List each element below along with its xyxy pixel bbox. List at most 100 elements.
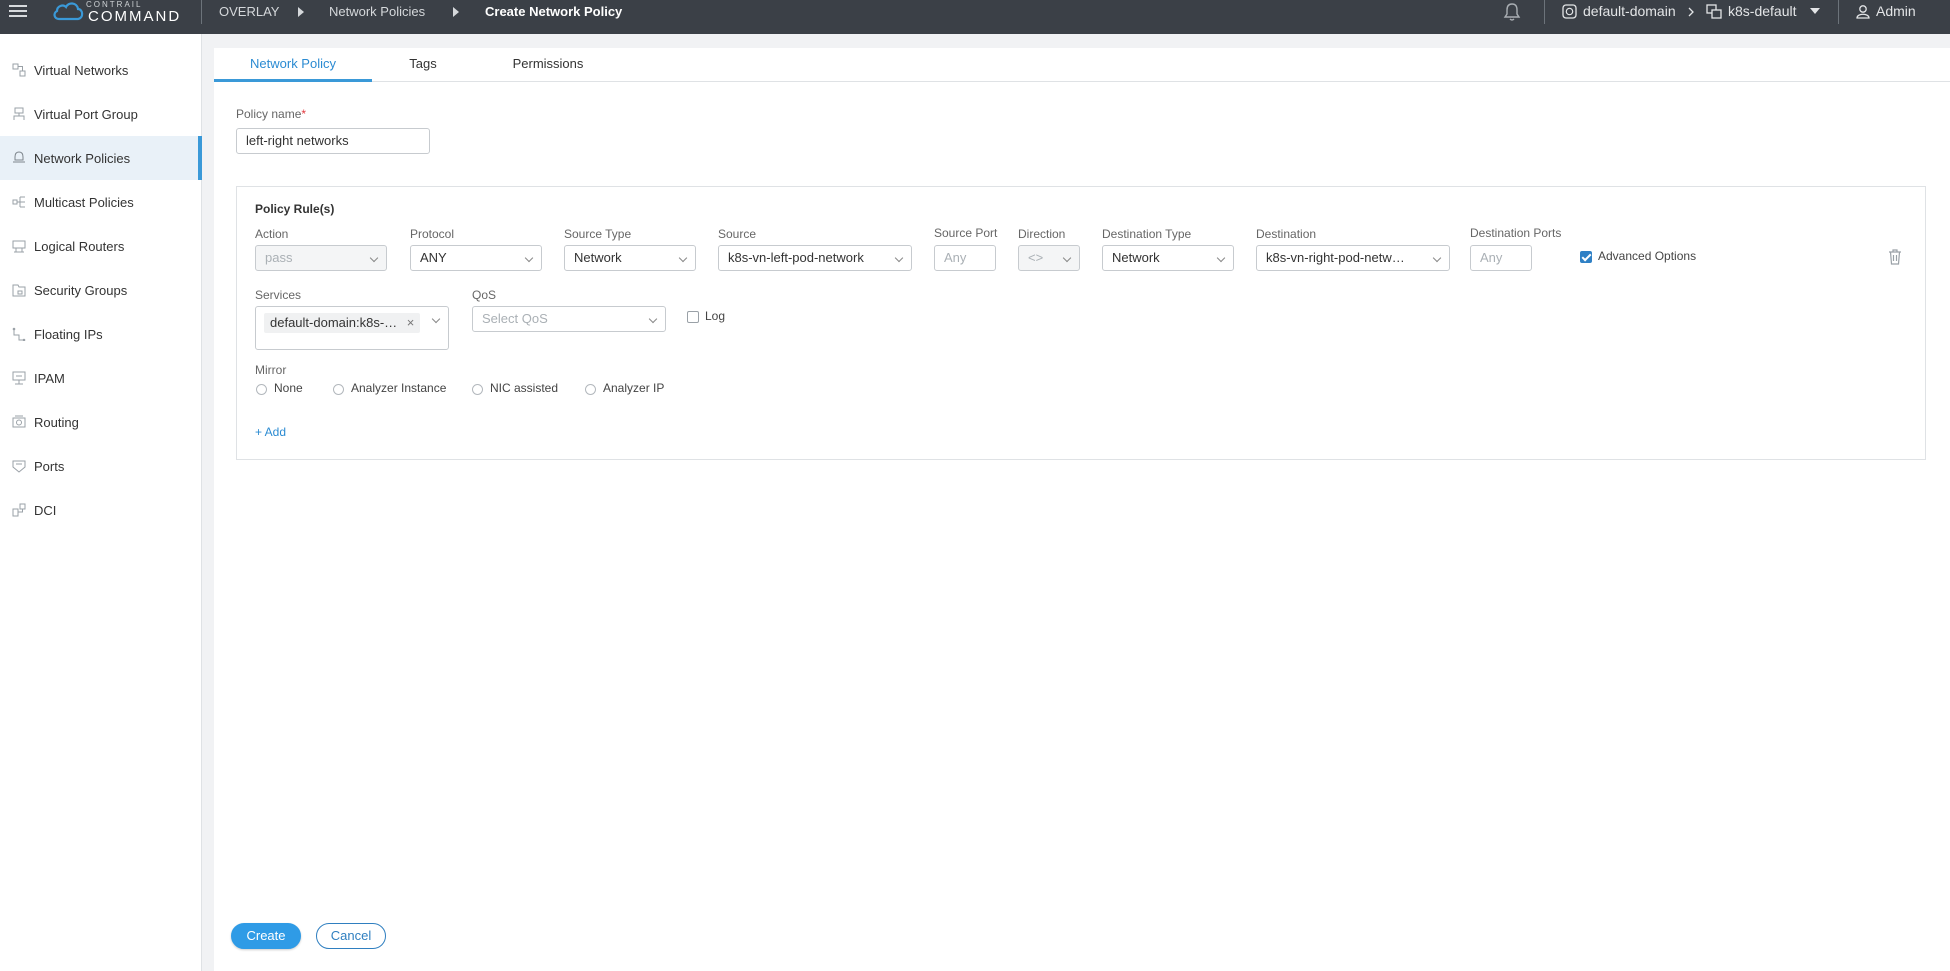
source-port-input[interactable]: Any: [934, 245, 996, 271]
destination-ports-input[interactable]: Any: [1470, 245, 1532, 271]
add-rule-link[interactable]: + Add: [255, 425, 286, 439]
policy-name-label-text: Policy name: [236, 107, 302, 121]
qos-select[interactable]: Select QoS: [472, 306, 666, 332]
chevron-down-icon: [678, 253, 688, 263]
services-tag-text: default-domain:k8s-…: [270, 315, 398, 330]
routing-icon: [12, 415, 26, 428]
protocol-label: Protocol: [410, 227, 455, 241]
chevron-down-icon: [431, 314, 441, 324]
mirror-radio-analyzer-instance[interactable]: [333, 384, 344, 395]
mirror-label: Mirror: [255, 363, 287, 377]
user-menu[interactable]: Admin: [1856, 3, 1916, 19]
services-multiselect[interactable]: default-domain:k8s-… ×: [255, 306, 449, 350]
log-label: Log: [705, 309, 726, 323]
breadcrumb-arrow-icon: [298, 7, 304, 17]
sidebar-item-ipam[interactable]: IPAM: [0, 356, 202, 400]
sidebar-item-dci[interactable]: DCI: [0, 488, 202, 532]
sidebar-item-label: Ports: [34, 458, 65, 474]
domain-name: default-domain: [1583, 3, 1676, 19]
mirror-radio-analyzer-ip[interactable]: [585, 384, 596, 395]
mirror-option-nic-assisted: NIC assisted: [490, 381, 559, 395]
user-icon: [1856, 4, 1870, 19]
floating-ip-icon: [12, 327, 26, 341]
project-selector[interactable]: k8s-default: [1706, 3, 1796, 19]
mirror-radio-none[interactable]: [256, 384, 267, 395]
source-select[interactable]: k8s-vn-left-pod-network: [718, 245, 912, 271]
destination-ports-label: Destination Ports: [1470, 226, 1562, 240]
form-panel: Network Policy Tags Permissions Policy n…: [214, 48, 1950, 971]
destination-label: Destination: [1256, 227, 1317, 241]
sidebar-item-logical-routers[interactable]: Logical Routers: [0, 224, 202, 268]
qos-label: QoS: [472, 288, 497, 302]
domain-selector[interactable]: default-domain: [1562, 3, 1676, 19]
source-type-label: Source Type: [564, 227, 632, 241]
policy-rules-title: Policy Rule(s): [255, 202, 335, 216]
bell-icon[interactable]: [1503, 2, 1521, 22]
globe-icon: [1562, 3, 1577, 19]
project-icon: [1706, 3, 1722, 19]
required-marker: *: [301, 107, 307, 121]
remove-tag-icon[interactable]: ×: [407, 315, 415, 330]
action-value: pass: [265, 250, 293, 265]
services-tag: default-domain:k8s-… ×: [264, 313, 421, 333]
tab-permissions[interactable]: Permissions: [469, 48, 627, 82]
user-name: Admin: [1876, 3, 1916, 19]
protocol-select[interactable]: ANY: [410, 245, 542, 271]
advanced-options-checkbox[interactable]: [1580, 251, 1592, 263]
mirror-option-analyzer-instance: Analyzer Instance: [351, 381, 447, 395]
logo-text-bottom: COMMAND: [88, 8, 182, 25]
sidebar-item-label: Network Policies: [34, 150, 131, 166]
action-label: Action: [255, 227, 289, 241]
chevron-right-icon: [1688, 7, 1694, 17]
security-groups-icon: [12, 284, 26, 297]
main-content: Network Policy Tags Permissions Policy n…: [202, 34, 1950, 971]
log-checkbox[interactable]: [687, 311, 699, 323]
chevron-down-icon[interactable]: [1810, 8, 1820, 14]
chevron-down-icon: [1432, 253, 1442, 263]
destination-select[interactable]: k8s-vn-right-pod-netw…: [1256, 245, 1450, 271]
destination-type-select[interactable]: Network: [1102, 245, 1234, 271]
advanced-options-label: Advanced Options: [1598, 249, 1697, 263]
breadcrumb-arrow-icon: [453, 7, 459, 17]
policy-rules-box: Policy Rule(s) Action Protocol Source Ty…: [236, 186, 1926, 460]
top-bar: CONTRAIL COMMAND OVERLAY Network Policie…: [0, 0, 1950, 34]
sidebar-item-multicast-policies[interactable]: Multicast Policies: [0, 180, 202, 224]
cancel-button[interactable]: Cancel: [316, 923, 386, 949]
policy-name-label: Policy name*: [236, 107, 306, 121]
breadcrumb-current: Create Network Policy: [485, 4, 623, 19]
divider: [1544, 0, 1545, 24]
direction-select: <>: [1018, 245, 1080, 271]
divider: [201, 0, 202, 24]
sidebar-item-virtual-networks[interactable]: Virtual Networks: [0, 48, 202, 92]
menu-icon[interactable]: [9, 2, 27, 20]
breadcrumb-network-policies[interactable]: Network Policies: [329, 4, 425, 19]
dci-icon: [12, 503, 26, 517]
sidebar-item-label: Routing: [34, 414, 79, 430]
source-label: Source: [718, 227, 757, 241]
multicast-icon: [12, 196, 25, 208]
chevron-down-icon: [648, 314, 658, 324]
services-label: Services: [255, 288, 302, 302]
sidebar-item-network-policies[interactable]: Network Policies: [0, 136, 202, 180]
ports-icon: [12, 460, 26, 473]
chevron-down-icon: [524, 253, 534, 263]
trash-icon[interactable]: [1888, 249, 1902, 265]
sidebar-item-label: IPAM: [34, 370, 65, 386]
sidebar-item-routing[interactable]: Routing: [0, 400, 202, 444]
sidebar-item-label: Floating IPs: [34, 326, 103, 342]
source-port-label: Source Port: [934, 226, 998, 240]
mirror-radio-nic-assisted[interactable]: [472, 384, 483, 395]
chevron-down-icon: [894, 253, 904, 263]
policy-name-input[interactable]: left-right networks: [236, 128, 430, 154]
sidebar-item-ports[interactable]: Ports: [0, 444, 202, 488]
sidebar-item-floating-ips[interactable]: Floating IPs: [0, 312, 202, 356]
create-button[interactable]: Create: [231, 923, 301, 949]
sidebar-item-label: Multicast Policies: [34, 194, 134, 210]
port-group-icon: [13, 107, 25, 120]
sidebar-item-virtual-port-group[interactable]: Virtual Port Group: [0, 92, 202, 136]
sidebar-item-security-groups[interactable]: Security Groups: [0, 268, 202, 312]
source-type-select[interactable]: Network: [564, 245, 696, 271]
breadcrumb-overlay[interactable]: OVERLAY: [219, 4, 279, 19]
direction-value: <>: [1028, 250, 1044, 265]
sidebar: Virtual Networks Virtual Port Group Netw…: [0, 34, 202, 971]
